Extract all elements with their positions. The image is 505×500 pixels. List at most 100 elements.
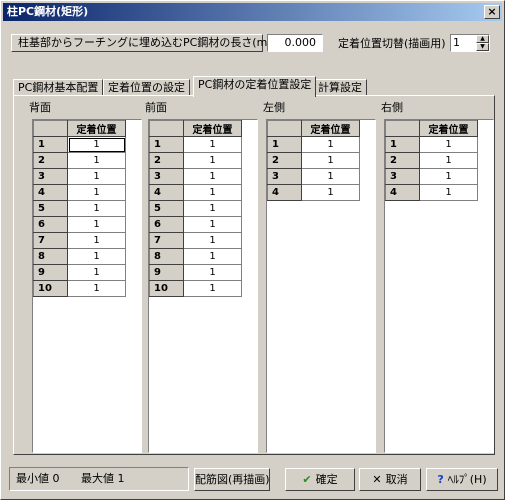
anchor-grid[interactable]: 定着位置 1 1 2 1 3 1 4 1 <box>384 119 494 453</box>
row-header: 3 <box>149 168 184 185</box>
row-header: 1 <box>149 136 184 153</box>
anchor-position-cell[interactable]: 1 <box>183 184 242 201</box>
anchor-position-cell[interactable]: 1 <box>67 184 126 201</box>
table-row: 61 <box>33 216 126 233</box>
anchor-position-cell[interactable]: 1 <box>183 152 242 169</box>
position-switch-value: 1 <box>453 36 460 49</box>
table-row: 21 <box>149 152 242 169</box>
spin-up-icon[interactable]: ▲ <box>476 35 489 43</box>
row-header: 9 <box>33 264 68 281</box>
row-header: 3 <box>385 168 420 185</box>
anchor-position-cell[interactable]: 1 <box>67 216 126 233</box>
anchor-position-cell[interactable]: 1 <box>183 232 242 249</box>
row-header: 5 <box>33 200 68 217</box>
table-row: 71 <box>33 232 126 249</box>
table-row: 41 <box>267 184 360 201</box>
anchor-position-cell[interactable]: 1 <box>67 280 126 297</box>
row-header: 7 <box>33 232 68 249</box>
status-min: 最小値 0 <box>16 472 60 485</box>
tab-anchor-settings[interactable]: 定着位置の設定 <box>103 79 190 96</box>
grid-label: 左側 <box>263 101 285 114</box>
table-row: 81 <box>149 248 242 265</box>
anchor-position-cell[interactable]: 1 <box>419 184 478 201</box>
check-icon: ✔ <box>302 473 312 486</box>
anchor-grid[interactable]: 定着位置 1 1 2 1 3 1 4 1 <box>266 119 376 453</box>
table-row: 31 <box>267 168 360 185</box>
pc-length-input[interactable]: 0.000 <box>267 34 323 52</box>
anchor-position-cell[interactable]: 1 <box>67 136 126 153</box>
table-row: 21 <box>267 152 360 169</box>
anchor-position-cell[interactable]: 1 <box>419 136 478 153</box>
anchor-position-cell[interactable]: 1 <box>183 136 242 153</box>
table-row: 11 <box>385 136 478 153</box>
table-row: 51 <box>149 200 242 217</box>
redraw-button[interactable]: 配筋図(再描画) <box>194 468 270 491</box>
tab-calc-settings[interactable]: 計算設定 <box>313 79 367 96</box>
row-header: 7 <box>149 232 184 249</box>
tab-basic-layout[interactable]: PC鋼材基本配置 <box>13 79 104 96</box>
anchor-position-cell[interactable]: 1 <box>183 280 242 297</box>
grid-corner <box>149 120 184 137</box>
table-row: 61 <box>149 216 242 233</box>
row-header: 3 <box>267 168 302 185</box>
anchor-grid[interactable]: 定着位置 1 1 2 1 3 1 4 1 5 1 6 1 7 1 8 1 9 1 10 1 <box>32 119 142 453</box>
row-header: 1 <box>385 136 420 153</box>
row-header: 2 <box>267 152 302 169</box>
grid-label: 右側 <box>381 101 403 114</box>
grid-corner <box>33 120 68 137</box>
row-header: 2 <box>385 152 420 169</box>
anchor-position-cell[interactable]: 1 <box>67 248 126 265</box>
row-header: 4 <box>149 184 184 201</box>
anchor-position-cell[interactable]: 1 <box>301 168 360 185</box>
anchor-position-cell[interactable]: 1 <box>419 168 478 185</box>
table-row: 10 1 <box>33 280 126 297</box>
table-row: 10 1 <box>149 280 242 297</box>
anchor-position-cell[interactable]: 1 <box>67 232 126 249</box>
anchor-position-cell[interactable]: 1 <box>67 168 126 185</box>
pc-length-label: 柱基部からフーチングに埋め込むPC鋼材の長さ(m) <box>11 34 272 52</box>
anchor-position-cell[interactable]: 1 <box>183 248 242 265</box>
row-header: 4 <box>385 184 420 201</box>
row-header: 6 <box>149 216 184 233</box>
row-header: 2 <box>33 152 68 169</box>
table-row: 11 <box>267 136 360 153</box>
tab-pc-anchor-position[interactable]: PC鋼材の定着位置設定 <box>193 76 317 97</box>
anchor-position-cell[interactable]: 1 <box>301 136 360 153</box>
anchor-position-cell[interactable]: 1 <box>183 264 242 281</box>
column-header: 定着位置 <box>183 120 242 137</box>
anchor-position-cell[interactable]: 1 <box>183 168 242 185</box>
anchor-grid[interactable]: 定着位置 1 1 2 1 3 1 4 1 5 1 6 1 7 1 8 1 9 1 10 1 <box>148 119 258 453</box>
table-row: 31 <box>149 168 242 185</box>
table-row: 41 <box>33 184 126 201</box>
column-header: 定着位置 <box>67 120 126 137</box>
anchor-position-cell[interactable]: 1 <box>67 152 126 169</box>
table-row: 21 <box>33 152 126 169</box>
anchor-position-cell[interactable]: 1 <box>183 200 242 217</box>
anchor-position-cell[interactable]: 1 <box>183 216 242 233</box>
cancel-button[interactable]: ✕ 取消 <box>359 468 421 491</box>
help-label: ﾍﾙﾌﾟ(H) <box>447 473 487 486</box>
table-row: 11 <box>149 136 242 153</box>
grid-label: 前面 <box>145 101 167 114</box>
anchor-position-cell[interactable]: 1 <box>419 152 478 169</box>
grid-corner <box>267 120 302 137</box>
row-header: 8 <box>149 248 184 265</box>
ok-button[interactable]: ✔ 確定 <box>285 468 355 491</box>
table-row: 31 <box>33 168 126 185</box>
grid-corner <box>385 120 420 137</box>
position-switch-spinner[interactable]: 1 ▲ ▼ <box>450 34 490 52</box>
anchor-position-cell[interactable]: 1 <box>67 264 126 281</box>
help-button[interactable]: ? ﾍﾙﾌﾟ(H) <box>426 468 498 491</box>
close-icon[interactable]: × <box>484 5 500 19</box>
row-header: 3 <box>33 168 68 185</box>
anchor-position-cell[interactable]: 1 <box>301 184 360 201</box>
table-row: 41 <box>385 184 478 201</box>
ok-label: 確定 <box>315 473 338 486</box>
anchor-position-cell[interactable]: 1 <box>67 200 126 217</box>
spin-down-icon[interactable]: ▼ <box>476 43 489 51</box>
anchor-position-cell[interactable]: 1 <box>301 152 360 169</box>
question-icon: ? <box>437 473 444 486</box>
table-row: 11 <box>33 136 126 153</box>
tab-panel: 背面 定着位置 1 1 2 1 3 1 4 1 5 1 6 1 7 1 8 1 9 1 10 1 前面 定着位置 1 1 2 1 3 1 4… <box>13 95 495 455</box>
table-row: 21 <box>385 152 478 169</box>
